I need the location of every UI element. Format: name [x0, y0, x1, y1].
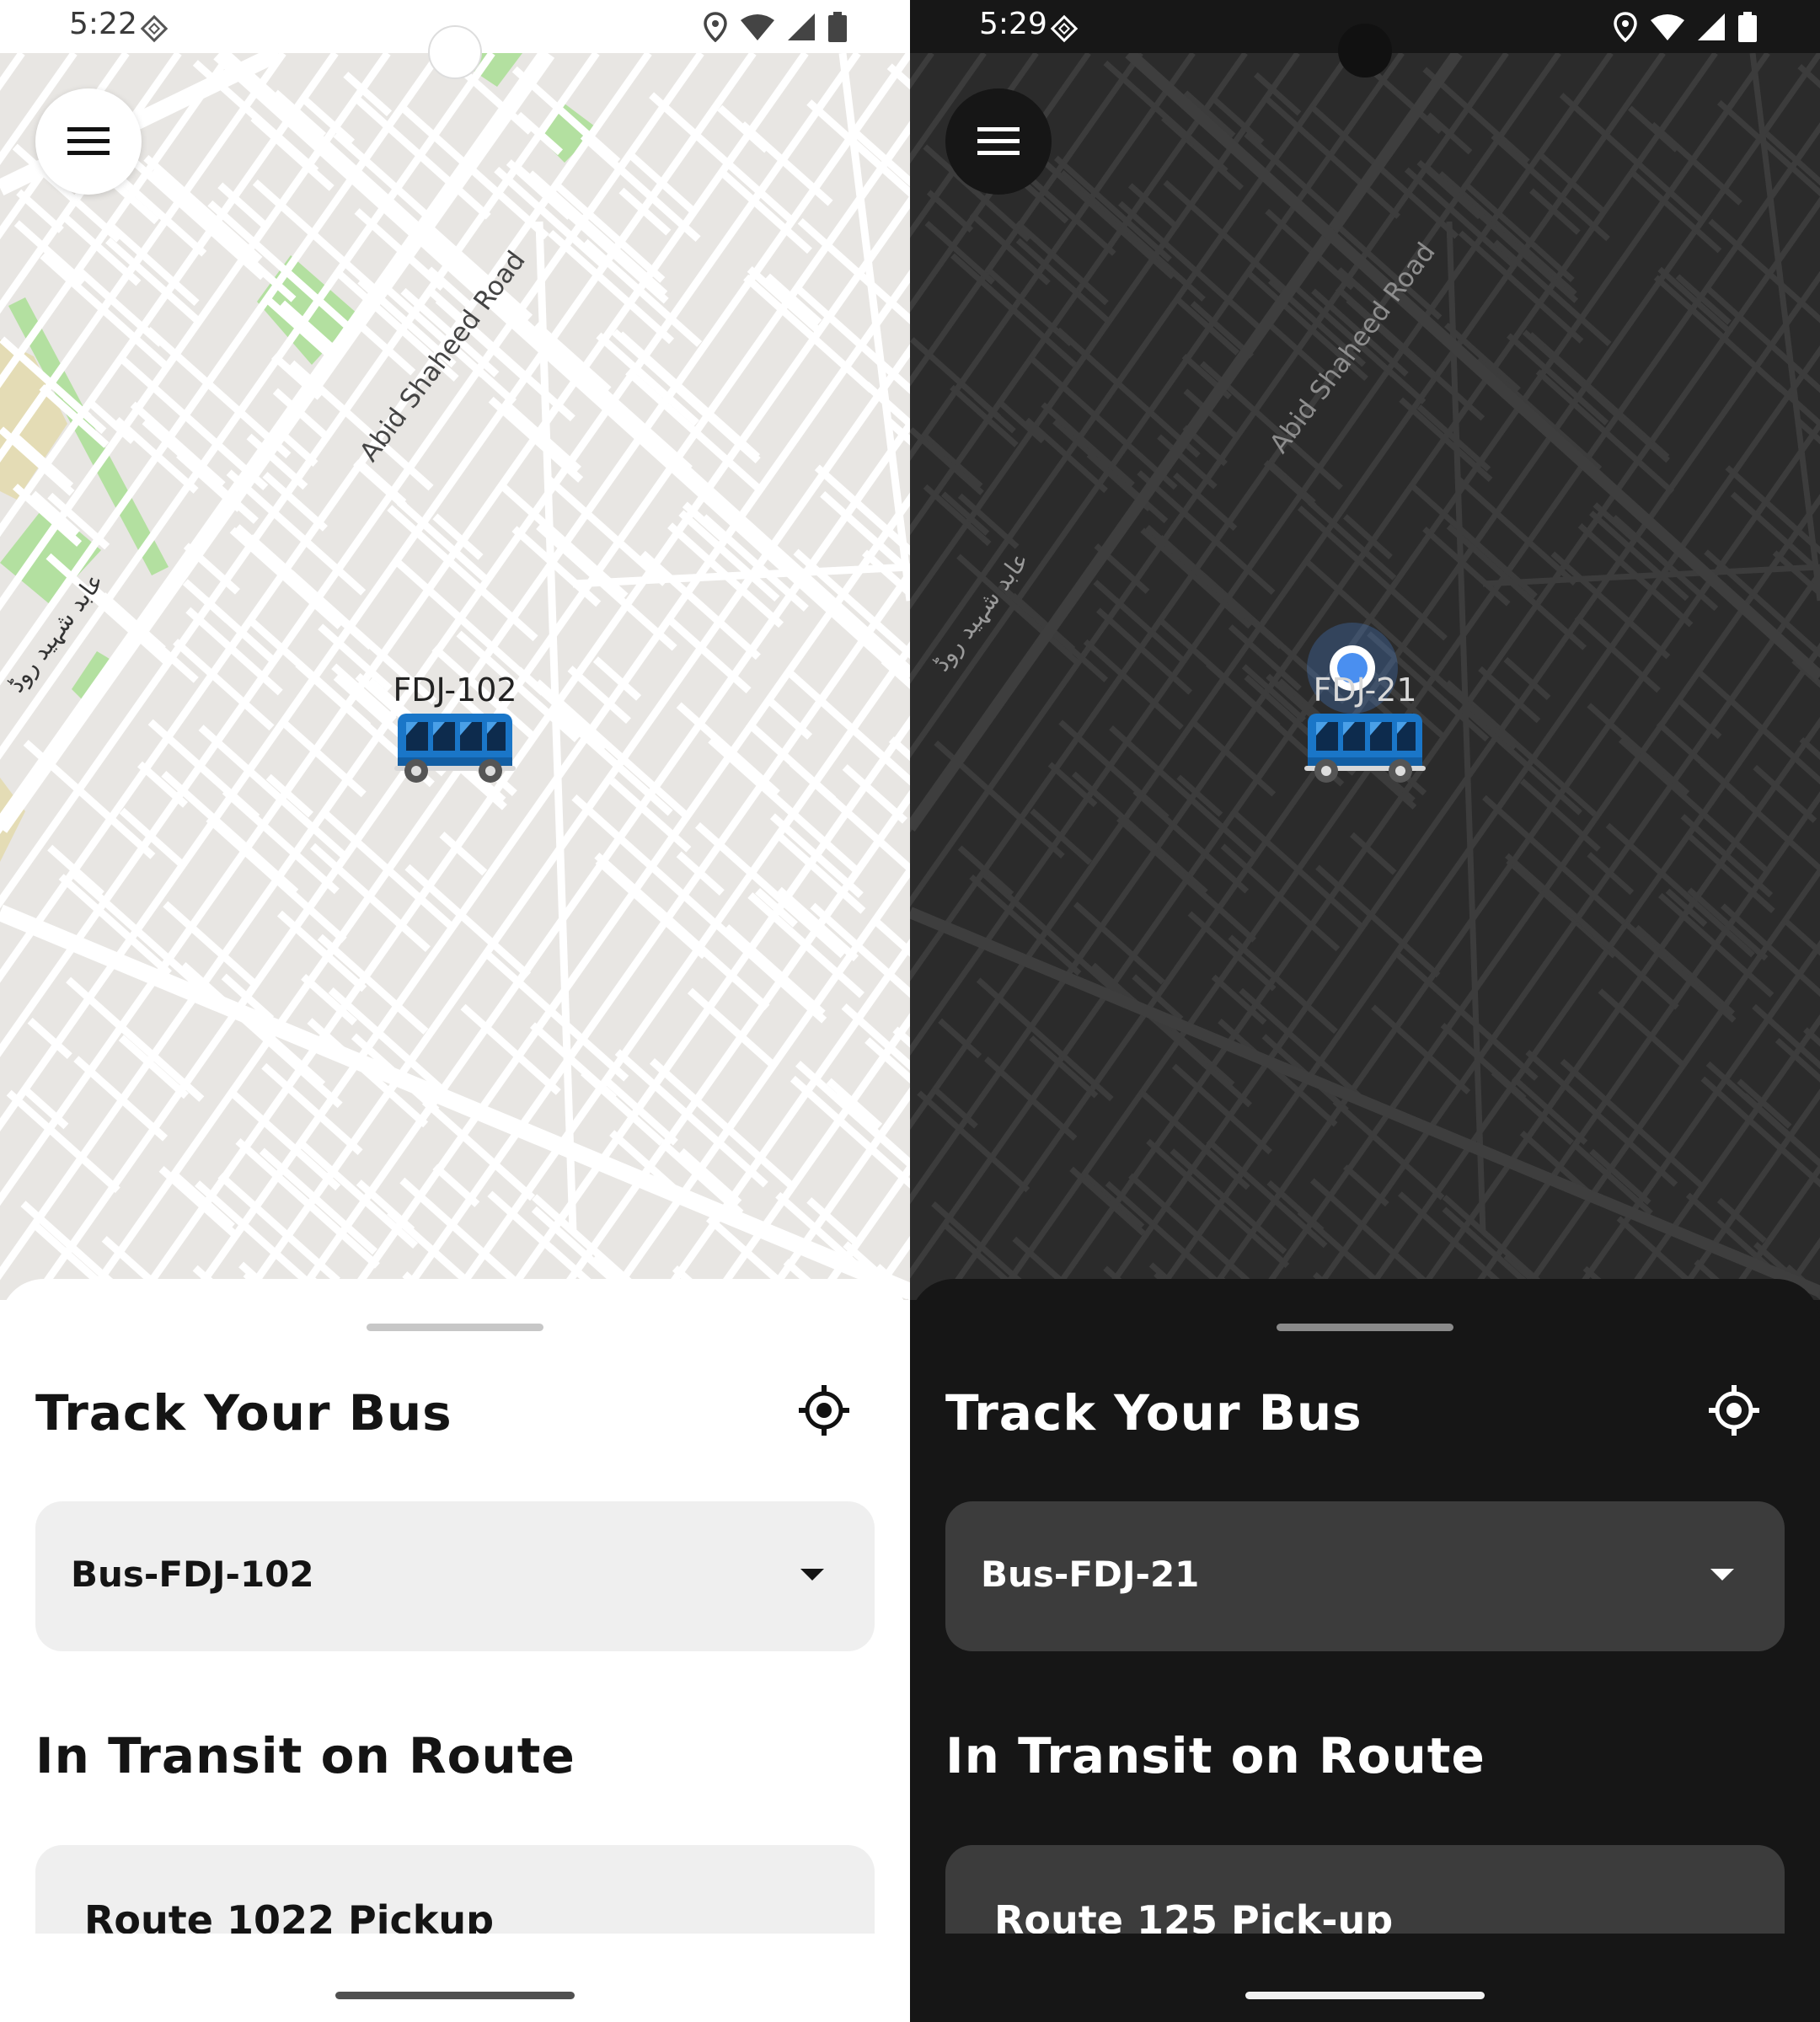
dark-mode-screen: 5:29 Abid Shaheed Road عابد شہید روڈ FDJ…: [910, 0, 1820, 2022]
bus-marker-label: FDJ-102: [393, 671, 517, 709]
selected-bus-value: Bus-FDJ-21: [981, 1554, 1200, 1595]
bus-select-dropdown[interactable]: Bus-FDJ-102: [35, 1501, 875, 1651]
dropdown-arrow-icon: [1710, 1569, 1734, 1581]
camera-cutout: [428, 25, 482, 79]
route-card[interactable]: Route 125 Pick-up: [945, 1845, 1785, 1934]
menu-button[interactable]: [945, 88, 1052, 195]
my-location-icon[interactable]: [799, 1385, 849, 1436]
signal-icon: [1698, 13, 1725, 40]
map-view[interactable]: Abid Shaheed Road عابد شہید روڈ FDJ-102: [0, 53, 910, 1300]
sheet-title: Track Your Bus: [945, 1384, 1362, 1442]
gesture-nav-bar[interactable]: [1245, 1992, 1485, 1999]
sheet-title: Track Your Bus: [35, 1384, 452, 1442]
sheet-drag-handle[interactable]: [367, 1324, 543, 1331]
battery-icon: [828, 12, 847, 42]
route-card[interactable]: Route 1022 Pickup: [35, 1845, 875, 1934]
map-view[interactable]: Abid Shaheed Road عابد شہید روڈ FDJ-21: [910, 53, 1820, 1300]
light-mode-screen: 5:22 Abid Shaheed Road عابد شہید روڈ FDJ…: [0, 0, 910, 2022]
signal-icon: [788, 13, 815, 40]
route-name: Route 1022 Pickup: [84, 1897, 495, 1934]
location-pin-icon: [704, 12, 727, 42]
location-pin-icon: [1614, 12, 1637, 42]
selected-bus-value: Bus-FDJ-102: [71, 1554, 314, 1595]
status-time: 5:29: [979, 7, 1047, 41]
dropdown-arrow-icon: [800, 1569, 824, 1581]
app-notification-icon: [1050, 14, 1079, 43]
section-title: In Transit on Route: [945, 1727, 1485, 1784]
app-notification-icon: [140, 14, 169, 43]
hamburger-menu-icon: [977, 127, 1020, 155]
status-time: 5:22: [69, 7, 137, 41]
sheet-drag-handle[interactable]: [1277, 1324, 1453, 1331]
hamburger-menu-icon: [67, 127, 110, 155]
my-location-icon[interactable]: [1709, 1385, 1759, 1436]
wifi-icon: [741, 14, 774, 40]
bus-marker-label: FDJ-21: [1313, 671, 1417, 709]
bus-select-dropdown[interactable]: Bus-FDJ-21: [945, 1501, 1785, 1651]
gesture-nav-bar[interactable]: [335, 1992, 575, 1999]
section-title: In Transit on Route: [35, 1727, 575, 1784]
wifi-icon: [1651, 14, 1684, 40]
battery-icon: [1738, 12, 1757, 42]
route-name: Route 125 Pick-up: [994, 1897, 1394, 1934]
camera-cutout: [1338, 24, 1392, 78]
menu-button[interactable]: [35, 88, 142, 195]
bottom-sheet[interactable]: Track Your Bus Bus-FDJ-102 In Transit on…: [0, 1279, 910, 2022]
bottom-sheet[interactable]: Track Your Bus Bus-FDJ-21 In Transit on …: [910, 1279, 1820, 2022]
bus-icon[interactable]: [1304, 710, 1426, 786]
bus-icon[interactable]: [394, 710, 516, 786]
